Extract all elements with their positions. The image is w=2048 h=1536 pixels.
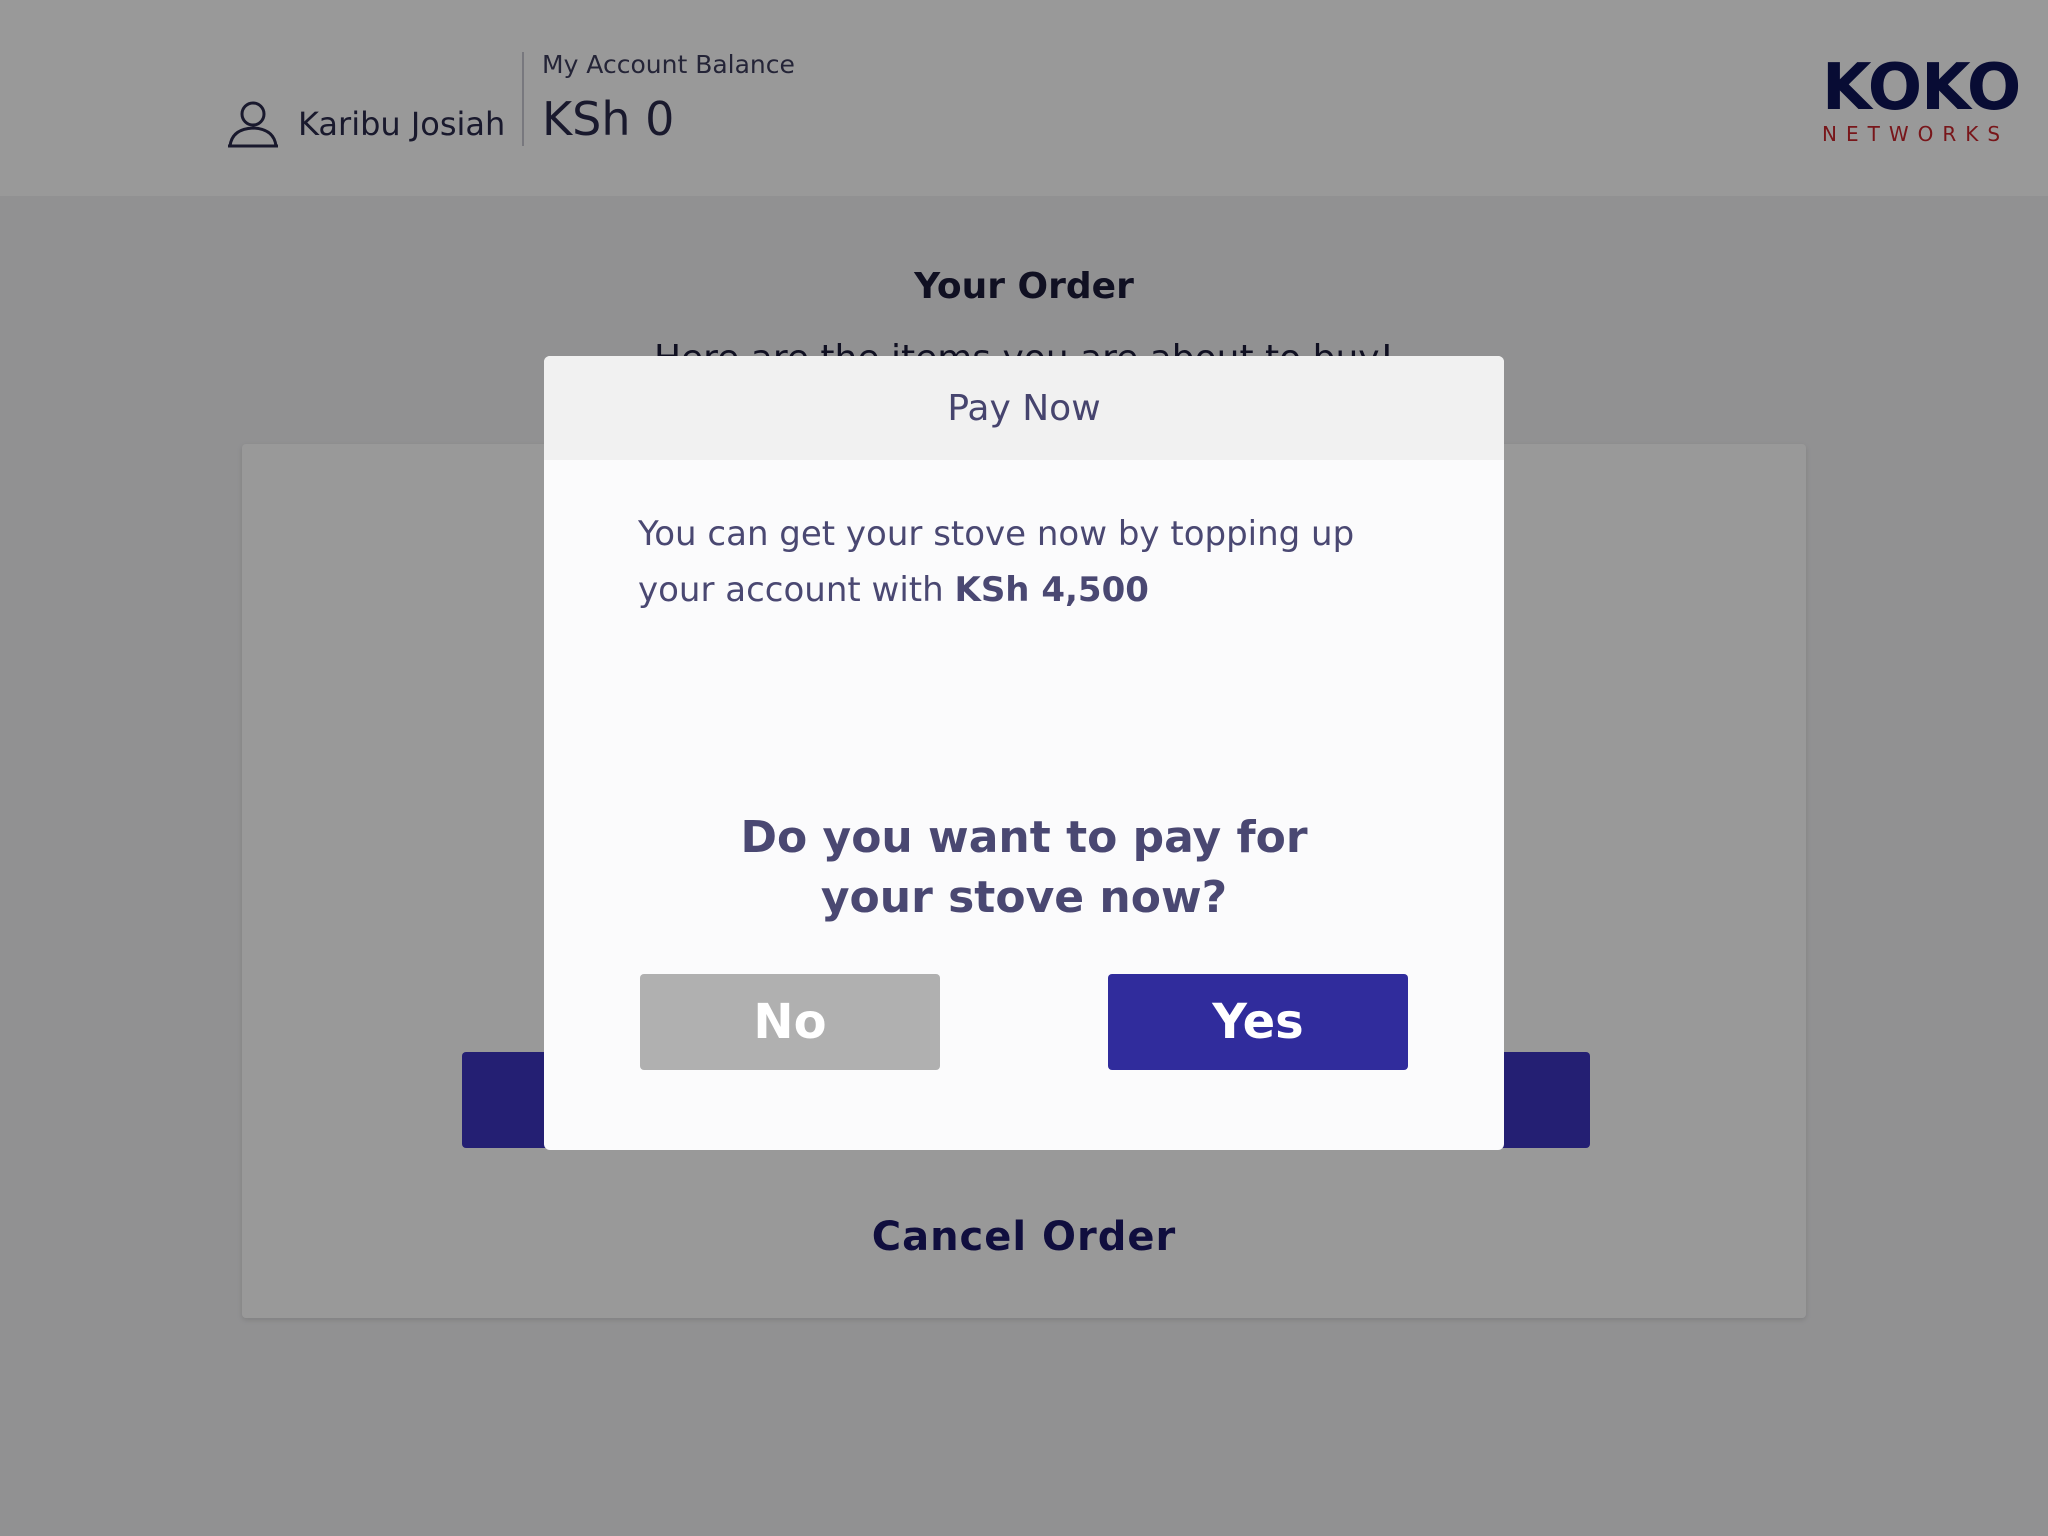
pay-now-dialog: Pay Now You can get your stove now by to… bbox=[544, 356, 1504, 1150]
topup-amount: KSh 4,500 bbox=[954, 570, 1149, 610]
yes-button[interactable]: Yes bbox=[1108, 974, 1408, 1070]
dialog-question-line1: Do you want to pay for bbox=[740, 812, 1308, 863]
dialog-header: Pay Now bbox=[544, 356, 1504, 460]
dialog-message: You can get your stove now by topping up… bbox=[638, 506, 1438, 618]
dialog-question: Do you want to pay for your stove now? bbox=[544, 808, 1504, 928]
dialog-question-line2: your stove now? bbox=[820, 872, 1228, 923]
no-button[interactable]: No bbox=[640, 974, 940, 1070]
dialog-title: Pay Now bbox=[947, 387, 1101, 429]
